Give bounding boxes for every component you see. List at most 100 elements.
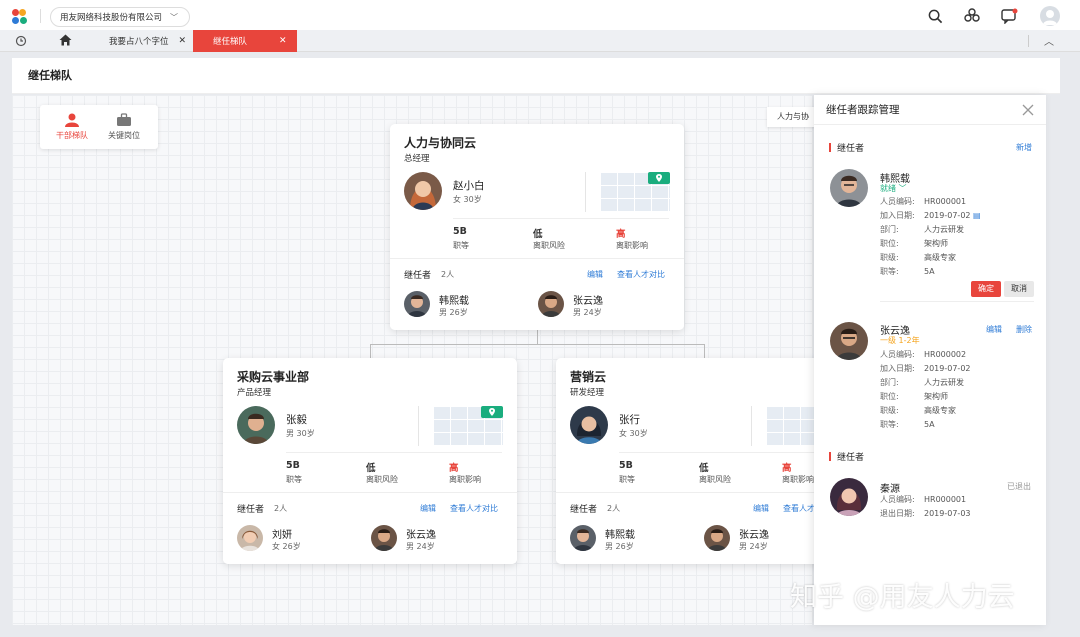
org-card[interactable]: 采购云事业部 产品经理 张毅 男 30岁 5B 职等 低 离职风险 高 离职影响…: [223, 358, 517, 564]
metric-risk-value: 低: [366, 463, 376, 474]
avatar: [404, 291, 430, 317]
message-icon[interactable]: [1000, 7, 1018, 25]
divider: [40, 9, 41, 23]
detail-row: 部门: 人力云研发: [880, 378, 964, 387]
tab-recruit[interactable]: 我要占八个字位 ✕: [95, 30, 193, 52]
successor-name: 张云逸: [406, 530, 436, 541]
org-card[interactable]: 人力与协同云 总经理 赵小白 女 30岁 5B 职等 低 离职风险 高 离职影响…: [390, 124, 684, 330]
connector-line: [537, 330, 538, 344]
edit-link[interactable]: 编辑: [587, 269, 603, 280]
home-icon[interactable]: [59, 34, 72, 49]
divider: [1028, 35, 1029, 47]
detail-list: 人员编码: HR000001 退出日期: 2019-07-03: [880, 493, 971, 521]
avatar: [237, 525, 263, 551]
successor-info: 男 24岁: [573, 308, 602, 317]
metric-grade-value: 5B: [619, 460, 633, 471]
detail-row: 部门: 人力云研发: [880, 225, 964, 234]
close-icon[interactable]: ✕: [279, 36, 287, 46]
metric-grade-label: 职等: [286, 475, 302, 484]
edit-link[interactable]: 编辑: [753, 503, 769, 514]
detail-row: 加入日期: 2019-07-02: [880, 364, 971, 373]
person-info: 女 30岁: [619, 429, 648, 438]
metric-risk-label: 离职风险: [533, 241, 565, 250]
connector-line: [704, 344, 705, 358]
tab-label: 继任梯队: [213, 37, 248, 47]
readiness-dropdown[interactable]: 就绪 ﹀: [880, 183, 907, 194]
mode-cadre[interactable]: 干部梯队: [50, 113, 94, 141]
person-icon: [65, 113, 79, 127]
edit-link[interactable]: 编辑: [420, 503, 436, 514]
detail-row: 加入日期: 2019-07-02 ▤: [880, 211, 981, 220]
divider: [286, 452, 502, 453]
avatar: [371, 525, 397, 551]
detail-list: 人员编码: HR000002 加入日期: 2019-07-02 部门: 人力云研发 职…: [880, 348, 971, 432]
avatar: [570, 525, 596, 551]
user-avatar[interactable]: [1040, 6, 1060, 26]
avatar: [830, 322, 868, 360]
tab-succession[interactable]: 继任梯队 ✕: [193, 30, 297, 52]
cancel-button[interactable]: 取消: [1004, 281, 1034, 297]
apps-icon[interactable]: [963, 7, 981, 25]
chevron-up-icon[interactable]: ︿: [1044, 33, 1054, 48]
company-name: 用友网络科技股份有限公司: [60, 13, 163, 23]
successor-tracking-panel: 继任者跟踪管理 继任者 新增 韩熙载 就绪 ﹀ 人员编码: HR000001 加入…: [814, 95, 1046, 625]
detail-row: 职位: 架构师: [880, 239, 948, 248]
section-title: 继任者: [829, 450, 864, 463]
metric-risk-label: 离职风险: [699, 475, 731, 484]
mode-switch: 干部梯队 关键岗位: [40, 105, 158, 149]
divider: [751, 406, 752, 446]
successor-name: 刘妍: [272, 530, 292, 541]
successor-info: 男 24岁: [739, 542, 768, 551]
add-link[interactable]: 新增: [1016, 142, 1032, 153]
compare-link[interactable]: 查看人才对比: [617, 269, 665, 280]
detail-row: 职级: 高级专家: [880, 253, 956, 262]
mode-label: 关键岗位: [108, 131, 140, 140]
successor-name: 韩熙载: [439, 296, 469, 307]
metric-impact-value: 高: [449, 463, 459, 474]
app-logo[interactable]: [12, 9, 32, 25]
metric-impact-value: 高: [616, 229, 626, 240]
successor-name: 韩熙载: [605, 530, 635, 541]
person-name: 张毅: [286, 414, 307, 426]
successor-section: 继任者 2人 编辑 查看人才对比 韩熙载 男 26岁 张云逸 男 24岁: [556, 492, 850, 564]
successor-name: 张云逸: [739, 530, 769, 541]
avatar: [570, 406, 608, 444]
org-card[interactable]: 营销云 研发经理 张行 女 30岁 5B 职等 低 离职风险 高 离职影响 继任…: [556, 358, 850, 564]
mode-key-position[interactable]: 关键岗位: [102, 113, 146, 141]
section-title: 继任者: [829, 141, 864, 154]
metric-risk-label: 离职风险: [366, 475, 398, 484]
close-icon[interactable]: ✕: [179, 36, 187, 46]
metric-grade-value: 5B: [453, 226, 467, 237]
readiness-level: 一级 1-2年: [880, 336, 920, 345]
edit-link[interactable]: 编辑: [986, 324, 1002, 335]
close-icon[interactable]: [1022, 104, 1034, 119]
mode-label: 干部梯队: [56, 131, 88, 140]
divider: [418, 406, 419, 446]
status-badge: 已退出: [1007, 482, 1031, 491]
detail-row: 人员编码: HR000001: [880, 495, 967, 504]
compare-link[interactable]: 查看人才对比: [450, 503, 498, 514]
person-info: 男 30岁: [286, 429, 315, 438]
successor-name: 张云逸: [573, 296, 603, 307]
detail-row: 职等: 5A: [880, 267, 935, 276]
detail-list: 人员编码: HR000001 加入日期: 2019-07-02 ▤ 部门: 人力云研发…: [880, 195, 981, 279]
avatar: [830, 169, 868, 207]
delete-link[interactable]: 删除: [1016, 324, 1032, 335]
calendar-icon[interactable]: ▤: [973, 211, 981, 220]
tab-label: 我要占八个字位: [109, 37, 169, 47]
history-icon[interactable]: [15, 35, 27, 50]
canvas-hint-chip[interactable]: 人力与协: [767, 107, 817, 127]
metric-impact-value: 高: [782, 463, 792, 474]
search-icon[interactable]: [926, 7, 944, 25]
top-bar: 用友网络科技股份有限公司 ﹀: [0, 0, 1080, 30]
company-selector[interactable]: 用友网络科技股份有限公司 ﹀: [50, 7, 190, 27]
detail-row: 职级: 高级专家: [880, 406, 956, 415]
position-title: 总经理: [404, 154, 430, 164]
successor-info: 女 26岁: [272, 542, 301, 551]
watermark-text: 知乎 @用友人力云: [790, 582, 1015, 613]
position-title: 研发经理: [570, 388, 605, 398]
successor-info: 男 24岁: [406, 542, 435, 551]
successor-label: 继任者: [237, 505, 265, 515]
confirm-button[interactable]: 确定: [971, 281, 1001, 297]
dept-name: 营销云: [570, 370, 607, 384]
